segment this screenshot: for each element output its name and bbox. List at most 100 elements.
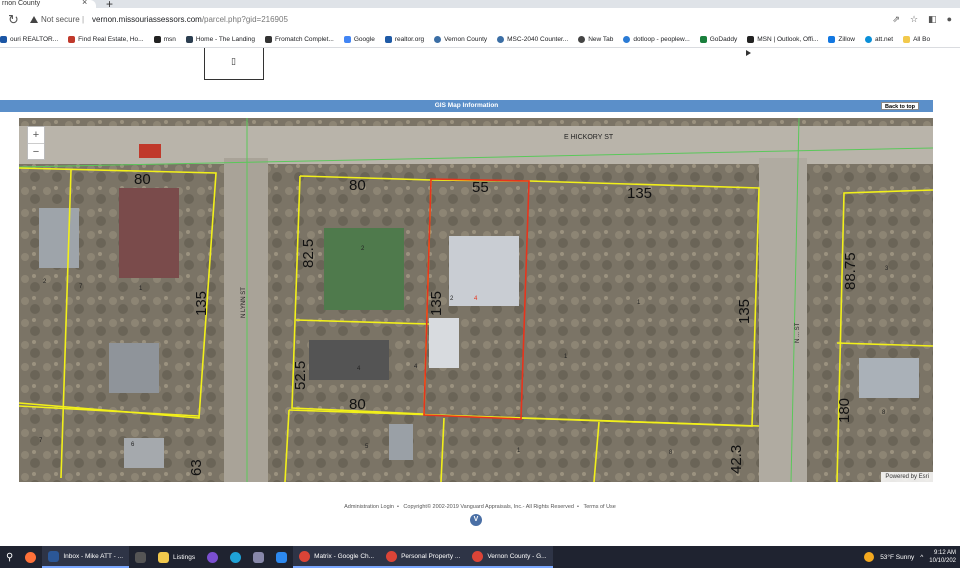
taskbar-item-mail[interactable]: Inbox - Mike ATT - ... (42, 546, 130, 568)
chrome-icon (386, 550, 398, 562)
bookmark[interactable]: att.net (865, 36, 893, 43)
app-icon[interactable] (270, 546, 293, 568)
taskbar-item-matrix[interactable]: Matrix - Google Ch... (293, 546, 381, 568)
bookmark-icon (828, 36, 836, 43)
dimension-label: 42.3 (728, 445, 745, 474)
bookmark-icon (623, 36, 631, 43)
map-canvas[interactable]: E HICKORY ST N LYNN ST N ... ST 80 80 55… (19, 118, 933, 482)
bookmark[interactable]: ouri REALTOR... (0, 36, 58, 43)
dimension-label: 180 (836, 398, 853, 423)
reload-icon[interactable]: ↻ (8, 12, 19, 28)
bookmark[interactable]: dotloop - peoplew... (623, 36, 690, 43)
bookmark-icon (185, 36, 193, 43)
bookmark[interactable]: Fromatch Complet... (264, 36, 334, 43)
street-label-e-hickory: E HICKORY ST (564, 134, 614, 141)
address-toolbar: ↻ Not secure | vernon.missouriassessors.… (0, 8, 960, 32)
dimension-label: 55 (472, 179, 489, 196)
warning-icon (30, 16, 38, 23)
folder-icon (158, 551, 170, 563)
tab-active[interactable]: rnon County × (0, 0, 96, 8)
bookmark[interactable]: Find Real Estate, Ho... (68, 36, 144, 43)
dimension-label: 135 (193, 291, 210, 316)
zoom-in-button[interactable]: + (28, 127, 44, 143)
taskbar-item-listings[interactable]: Listings (152, 546, 201, 568)
dimension-label: 135 (428, 291, 445, 316)
app-icon[interactable] (201, 546, 224, 568)
weather-label[interactable]: 53°F Sunny (880, 554, 914, 561)
image-icon: ▯ (231, 56, 236, 66)
bookmark[interactable]: MSN | Outlook, Offi... (747, 36, 818, 43)
zoom-out-button[interactable]: − (28, 143, 44, 159)
bookmark[interactable]: Zillow (828, 36, 855, 43)
bookmark[interactable]: Google (343, 36, 375, 43)
vanguard-logo-icon: V (470, 514, 482, 526)
mail-icon (48, 550, 60, 562)
bookmark[interactable]: realtor.org (384, 36, 424, 43)
clock[interactable]: 9:12 AM 10/10/202 (929, 549, 956, 565)
star-icon[interactable]: ☆ (910, 14, 918, 25)
road-n-lynn (224, 158, 268, 482)
bookmark-icon (384, 36, 392, 43)
search-icon[interactable]: ⚲ (0, 546, 19, 568)
edge-icon[interactable] (224, 546, 247, 568)
bookmark[interactable]: MSC-2040 Counter... (497, 36, 568, 43)
bookmark[interactable]: Home - The Landing (185, 36, 255, 43)
street-label-n-lynn: N LYNN ST (241, 287, 247, 318)
firefox-icon[interactable] (19, 546, 42, 568)
bookmark-icon (747, 36, 755, 43)
toolbar-icons: ⇗ ☆ ◧ ● (892, 14, 952, 25)
dimension-label: 82.5 (300, 239, 317, 268)
road-right (759, 158, 807, 482)
url-separator: | (82, 15, 85, 24)
globe-icon (497, 36, 505, 43)
street-label-right: N ... ST (795, 322, 801, 343)
folder-icon (903, 36, 911, 43)
tray-chevron-icon[interactable]: ^ (920, 554, 923, 561)
gis-header-bar: GIS Map Information Back to top (0, 100, 933, 112)
close-icon[interactable]: × (82, 0, 87, 7)
page-footer: Administration Login • Copyright© 2002-20… (344, 504, 616, 510)
bookmark-folder[interactable]: All Bo (903, 36, 930, 43)
globe-icon (434, 36, 442, 43)
globe-icon (578, 36, 586, 43)
copyright-text: Copyright© 2002-2019 Vanguard Appraisals… (403, 504, 574, 510)
bookmark[interactable]: GoDaddy (699, 36, 737, 43)
gis-header-title: GIS Map Information (434, 102, 499, 109)
admin-login-link[interactable]: Administration Login (344, 504, 394, 510)
bookmark-icon (153, 36, 161, 43)
bookmark[interactable]: msn (153, 36, 176, 43)
photo-thumbnail[interactable]: ▯ (204, 48, 264, 80)
calculator-icon[interactable] (129, 546, 152, 568)
dimension-label: 135 (627, 185, 652, 202)
terms-link[interactable]: Terms of Use (583, 504, 615, 510)
security-label: Not secure (41, 15, 80, 24)
zoom-control: + − (27, 126, 45, 160)
app-icon[interactable] (247, 546, 270, 568)
system-tray: 53°F Sunny ^ 9:12 AM 10/10/202 (864, 546, 956, 568)
bookmarks-bar: ouri REALTOR... Find Real Estate, Ho... … (0, 32, 960, 48)
chrome-icon (472, 550, 484, 562)
bookmark[interactable]: Vernon County (434, 36, 487, 43)
bookmark-icon (699, 36, 707, 43)
sidepanel-icon[interactable]: ◧ (928, 14, 937, 25)
back-to-top-button[interactable]: Back to top (881, 102, 919, 110)
dimension-label: 135 (736, 299, 753, 324)
taskbar-item-vernon-county[interactable]: Vernon County - G... (466, 546, 553, 568)
map-attribution[interactable]: Powered by Esri (881, 472, 933, 482)
url-bar[interactable]: vernon.missouriassessors.com/parcel.php?… (92, 15, 288, 24)
share-icon[interactable]: ⇗ (892, 14, 900, 25)
google-icon (343, 36, 351, 43)
next-arrow-icon[interactable] (746, 50, 751, 56)
gis-map[interactable]: E HICKORY ST N LYNN ST N ... ST 80 80 55… (19, 118, 933, 482)
taskbar-item-personal-property[interactable]: Personal Property ... (380, 546, 467, 568)
url-path: /parcel.php?gid=216905 (201, 15, 288, 24)
profile-icon[interactable]: ● (947, 14, 952, 25)
tab-strip: rnon County × + (0, 0, 960, 11)
bookmark[interactable]: New Tab (578, 36, 613, 43)
tab-title: rnon County (2, 0, 41, 7)
url-host: vernon.missouriassessors.com (92, 15, 202, 24)
dimension-label: 80 (349, 396, 366, 413)
taskbar: ⚲ Inbox - Mike ATT - ... Listings Matrix… (0, 546, 960, 568)
security-indicator[interactable]: Not secure (30, 15, 80, 24)
page-content: ▯ GIS Map Information Back to top E HICK… (0, 48, 960, 546)
